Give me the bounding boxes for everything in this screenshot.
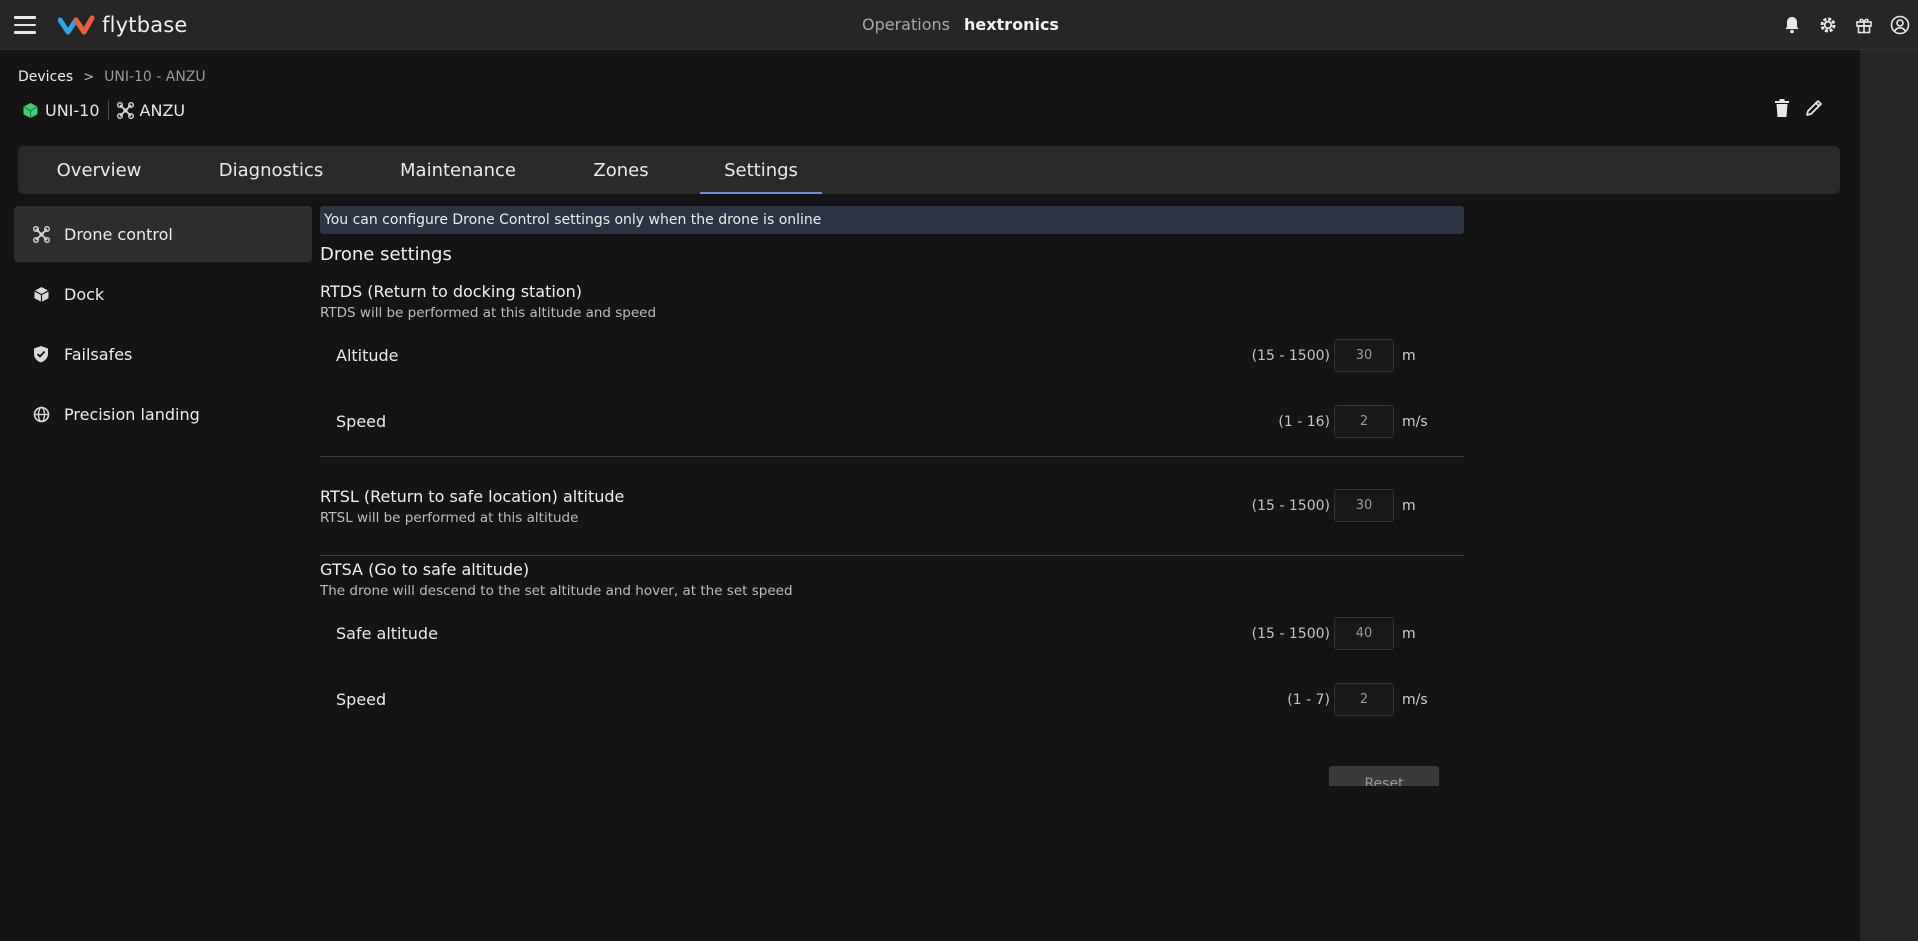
operations-label[interactable]: Operations — [862, 15, 950, 34]
settings-sidebar: Drone control Dock Failsafes Precision l… — [14, 206, 312, 446]
workspace-switcher[interactable]: Operations hextronics — [862, 15, 1059, 34]
tab-diagnostics[interactable]: Diagnostics — [180, 146, 362, 194]
breadcrumb: Devices > UNI-10 - ANZU — [18, 69, 206, 85]
org-name[interactable]: hextronics — [964, 15, 1059, 34]
gear-icon[interactable] — [1810, 12, 1846, 38]
rtds-altitude-unit: m — [1402, 347, 1416, 364]
rtsl-altitude-unit: m — [1402, 497, 1416, 514]
sidebar-item-precision-landing[interactable]: Precision landing — [14, 386, 312, 442]
rtds-speed-input[interactable] — [1334, 405, 1394, 438]
menu-icon[interactable] — [14, 16, 36, 34]
tab-settings[interactable]: Settings — [700, 146, 822, 194]
gtsa-altitude-unit: m — [1402, 625, 1416, 642]
rtds-description: RTDS will be performed at this altitude … — [320, 305, 657, 321]
tab-zones[interactable]: Zones — [554, 146, 688, 194]
breadcrumb-current: UNI-10 - ANZU — [104, 69, 206, 85]
rtsl-altitude-input[interactable] — [1334, 489, 1394, 522]
reset-button-clip: Reset — [1329, 766, 1439, 786]
drone-name: ANZU — [139, 100, 186, 120]
rtsl-altitude-range: (15 - 1500) — [1251, 497, 1330, 514]
tab-bar: Overview Diagnostics Maintenance Zones S… — [18, 146, 1840, 194]
sidebar-item-label: Precision landing — [64, 404, 200, 424]
offline-notice-banner: You can configure Drone Control settings… — [320, 206, 1464, 234]
bell-icon[interactable] — [1774, 12, 1810, 38]
box-icon — [32, 285, 50, 303]
rtds-title: RTDS (Return to docking station) — [320, 282, 582, 301]
delete-icon[interactable] — [1774, 98, 1790, 122]
breadcrumb-devices-link[interactable]: Devices — [18, 69, 73, 85]
edit-icon[interactable] — [1804, 98, 1824, 122]
rtds-speed-range: (1 - 16) — [1278, 413, 1330, 430]
dock-icon — [22, 102, 39, 119]
globe-icon — [32, 405, 50, 423]
logo-mark-icon — [58, 15, 95, 35]
sidebar-item-dock[interactable]: Dock — [14, 266, 312, 322]
gtsa-altitude-input[interactable] — [1334, 617, 1394, 650]
tab-overview[interactable]: Overview — [18, 146, 180, 194]
flytbase-logo[interactable]: flytbase — [58, 12, 188, 38]
device-header: UNI-10 ANZU — [22, 100, 185, 120]
rtds-speed-label: Speed — [336, 412, 387, 431]
gtsa-speed-control: (1 - 7) m/s — [1287, 683, 1428, 716]
rtds-speed-control: (1 - 16) m/s — [1278, 405, 1428, 438]
right-scroll-gutter — [1860, 50, 1918, 941]
rtds-altitude-range: (15 - 1500) — [1251, 347, 1330, 364]
header-divider — [107, 100, 109, 120]
rtsl-altitude-control: (15 - 1500) m — [1252, 489, 1428, 522]
gtsa-altitude-label: Safe altitude — [336, 624, 438, 643]
header-actions — [1774, 98, 1824, 122]
gtsa-altitude-range: (15 - 1500) — [1251, 625, 1330, 642]
rtds-altitude-label: Altitude — [336, 346, 399, 365]
rtds-altitude-control: (15 - 1500) m — [1252, 339, 1428, 372]
section-title: Drone settings — [320, 244, 452, 265]
sidebar-item-label: Dock — [64, 284, 105, 304]
gtsa-altitude-control: (15 - 1500) m — [1252, 617, 1428, 650]
gtsa-speed-label: Speed — [336, 690, 387, 709]
drone-control-settings: You can configure Drone Control settings… — [320, 206, 1464, 786]
gift-icon[interactable] — [1846, 12, 1882, 38]
shield-check-icon — [32, 345, 50, 363]
reset-button[interactable]: Reset — [1329, 766, 1439, 786]
sidebar-item-label: Failsafes — [64, 344, 133, 364]
top-icons — [1774, 12, 1918, 38]
gtsa-description: The drone will descend to the set altitu… — [320, 583, 793, 599]
gtsa-speed-unit: m/s — [1402, 691, 1428, 708]
gtsa-title: GTSA (Go to safe altitude) — [320, 560, 530, 579]
gtsa-speed-range: (1 - 7) — [1287, 691, 1330, 708]
rtds-speed-unit: m/s — [1402, 413, 1428, 430]
rtsl-description: RTSL will be performed at this altitude — [320, 510, 579, 526]
divider — [320, 555, 1464, 556]
logo-text: flytbase — [102, 13, 188, 37]
divider — [320, 456, 1464, 457]
gtsa-speed-input[interactable] — [1334, 683, 1394, 716]
tab-maintenance[interactable]: Maintenance — [362, 146, 554, 194]
top-bar: flytbase Operations hextronics — [0, 0, 1918, 50]
user-icon[interactable] — [1882, 12, 1918, 38]
sidebar-item-failsafes[interactable]: Failsafes — [14, 326, 312, 382]
sidebar-item-label: Drone control — [64, 224, 173, 244]
rtsl-title: RTSL (Return to safe location) altitude — [320, 487, 625, 506]
breadcrumb-separator: > — [83, 69, 95, 85]
sidebar-item-drone-control[interactable]: Drone control — [14, 206, 312, 262]
drone-icon — [116, 101, 134, 119]
drone-icon — [32, 225, 50, 243]
rtds-altitude-input[interactable] — [1334, 339, 1394, 372]
dock-name: UNI-10 — [45, 100, 100, 120]
